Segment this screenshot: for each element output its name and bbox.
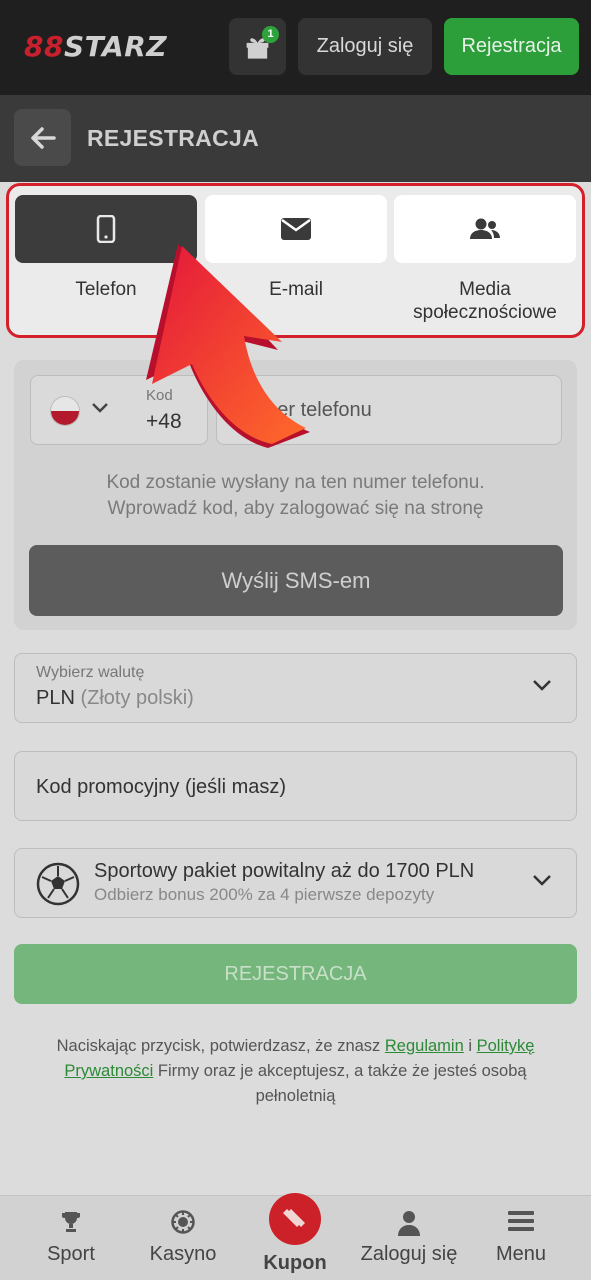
bonus-select[interactable]: Sportowy pakiet powitalny aż do 1700 PLN… [14, 848, 577, 918]
nav-casino[interactable]: Kasyno [141, 1196, 225, 1280]
currency-code: PLN [36, 687, 75, 709]
tab-phone-label: Telefon [75, 279, 137, 300]
casino-chip-icon [171, 1210, 195, 1234]
currency-name: (Złoty polski) [80, 687, 194, 709]
register-submit-button[interactable]: REJESTRACJA [14, 944, 577, 1004]
currency-value: PLN (Złoty polski) [36, 687, 194, 710]
tab-email[interactable] [205, 195, 387, 263]
bottom-navigation: Sport Kasyno Kupon Zaloguj się Menu [0, 1193, 591, 1280]
sms-hint-line1: Kod zostanie wysłany na ten numer telefo… [106, 472, 485, 493]
tab-email-label: E-mail [269, 279, 323, 300]
users-icon [470, 218, 500, 239]
chevron-down-icon [92, 403, 108, 413]
send-sms-button[interactable]: Wyślij SMS-em [29, 545, 563, 616]
tab-social[interactable] [394, 195, 576, 263]
hamburger-icon [508, 1211, 534, 1231]
nav-sport[interactable]: Sport [30, 1196, 112, 1280]
coupon-badge [269, 1193, 321, 1245]
privacy-link-part2[interactable]: Prywatności [64, 1062, 153, 1080]
privacy-link-part1[interactable]: Politykę [477, 1037, 535, 1055]
currency-select[interactable]: Wybierz walutę PLN (Złoty polski) [14, 653, 577, 723]
terms-part3: Firmy oraz je akceptujesz, a także że je… [153, 1062, 527, 1105]
tab-phone[interactable] [15, 195, 197, 263]
gift-button[interactable]: 1 [229, 18, 286, 75]
bonus-title: Sportowy pakiet powitalny aż do 1700 PLN [94, 860, 475, 882]
trophy-icon [62, 1212, 80, 1232]
soccer-ball-icon [36, 862, 80, 906]
envelope-icon [281, 218, 311, 240]
phone-form: Kod +48 Numer telefonu Kod zostanie wysł… [14, 360, 577, 630]
phone-number-input[interactable]: Numer telefonu [216, 375, 562, 445]
chevron-down-icon [533, 875, 551, 886]
phone-placeholder: Numer telefonu [235, 399, 372, 421]
user-icon [398, 1211, 420, 1236]
nav-menu-label: Menu [495, 1243, 547, 1265]
page-header: REJESTRACJA [0, 95, 591, 182]
country-code-select[interactable]: Kod +48 [30, 375, 208, 445]
nav-casino-label: Kasyno [149, 1243, 217, 1265]
registration-method-tabs: Telefon E-mail Media społecznościowe [6, 183, 585, 338]
sms-hint: Kod zostanie wysłany na ten numer telefo… [14, 470, 577, 522]
promo-code-input[interactable]: Kod promocyjny (jeśli masz) [14, 751, 577, 821]
login-button[interactable]: Zaloguj się [298, 18, 432, 75]
bonus-subtitle: Odbierz bonus 200% za 4 pierwsze depozyt… [94, 885, 435, 904]
top-bar: 88STARZ 1 Zaloguj się Rejestracja [0, 0, 591, 95]
poland-flag-icon [50, 396, 80, 426]
logo[interactable]: 88STARZ [24, 30, 167, 63]
ticket-icon [283, 1209, 305, 1227]
phone-icon [96, 215, 116, 243]
logo-prefix: 88 [24, 30, 64, 63]
nav-menu[interactable]: Menu [485, 1196, 557, 1280]
nav-sport-label: Sport [47, 1243, 95, 1265]
nav-coupon[interactable]: Kupon [255, 1193, 335, 1280]
nav-login-label: Zaloguj się [360, 1243, 458, 1265]
sms-hint-line2: Wprowadź kod, aby zalogować się na stron… [107, 498, 484, 519]
terms-link[interactable]: Regulamin [385, 1037, 464, 1055]
code-value: +48 [146, 410, 182, 433]
tab-social-label: Media społecznościowe [413, 279, 557, 323]
nav-login[interactable]: Zaloguj się [352, 1196, 466, 1280]
terms-part2: i [463, 1037, 477, 1055]
arrow-left-icon [30, 126, 56, 149]
register-header-button[interactable]: Rejestracja [444, 18, 579, 75]
terms-text: Naciskając przycisk, potwierdzasz, że zn… [30, 1034, 561, 1109]
currency-caption: Wybierz walutę [36, 664, 145, 681]
terms-part1: Naciskając przycisk, potwierdzasz, że zn… [56, 1037, 385, 1055]
back-button[interactable] [14, 109, 71, 166]
chevron-down-icon [533, 680, 551, 691]
code-caption: Kod [146, 387, 173, 404]
logo-text: STARZ [63, 30, 168, 63]
promo-placeholder: Kod promocyjny (jeśli masz) [36, 776, 287, 798]
page-title: REJESTRACJA [87, 125, 260, 151]
gift-badge: 1 [262, 26, 279, 43]
nav-coupon-label: Kupon [263, 1252, 327, 1274]
